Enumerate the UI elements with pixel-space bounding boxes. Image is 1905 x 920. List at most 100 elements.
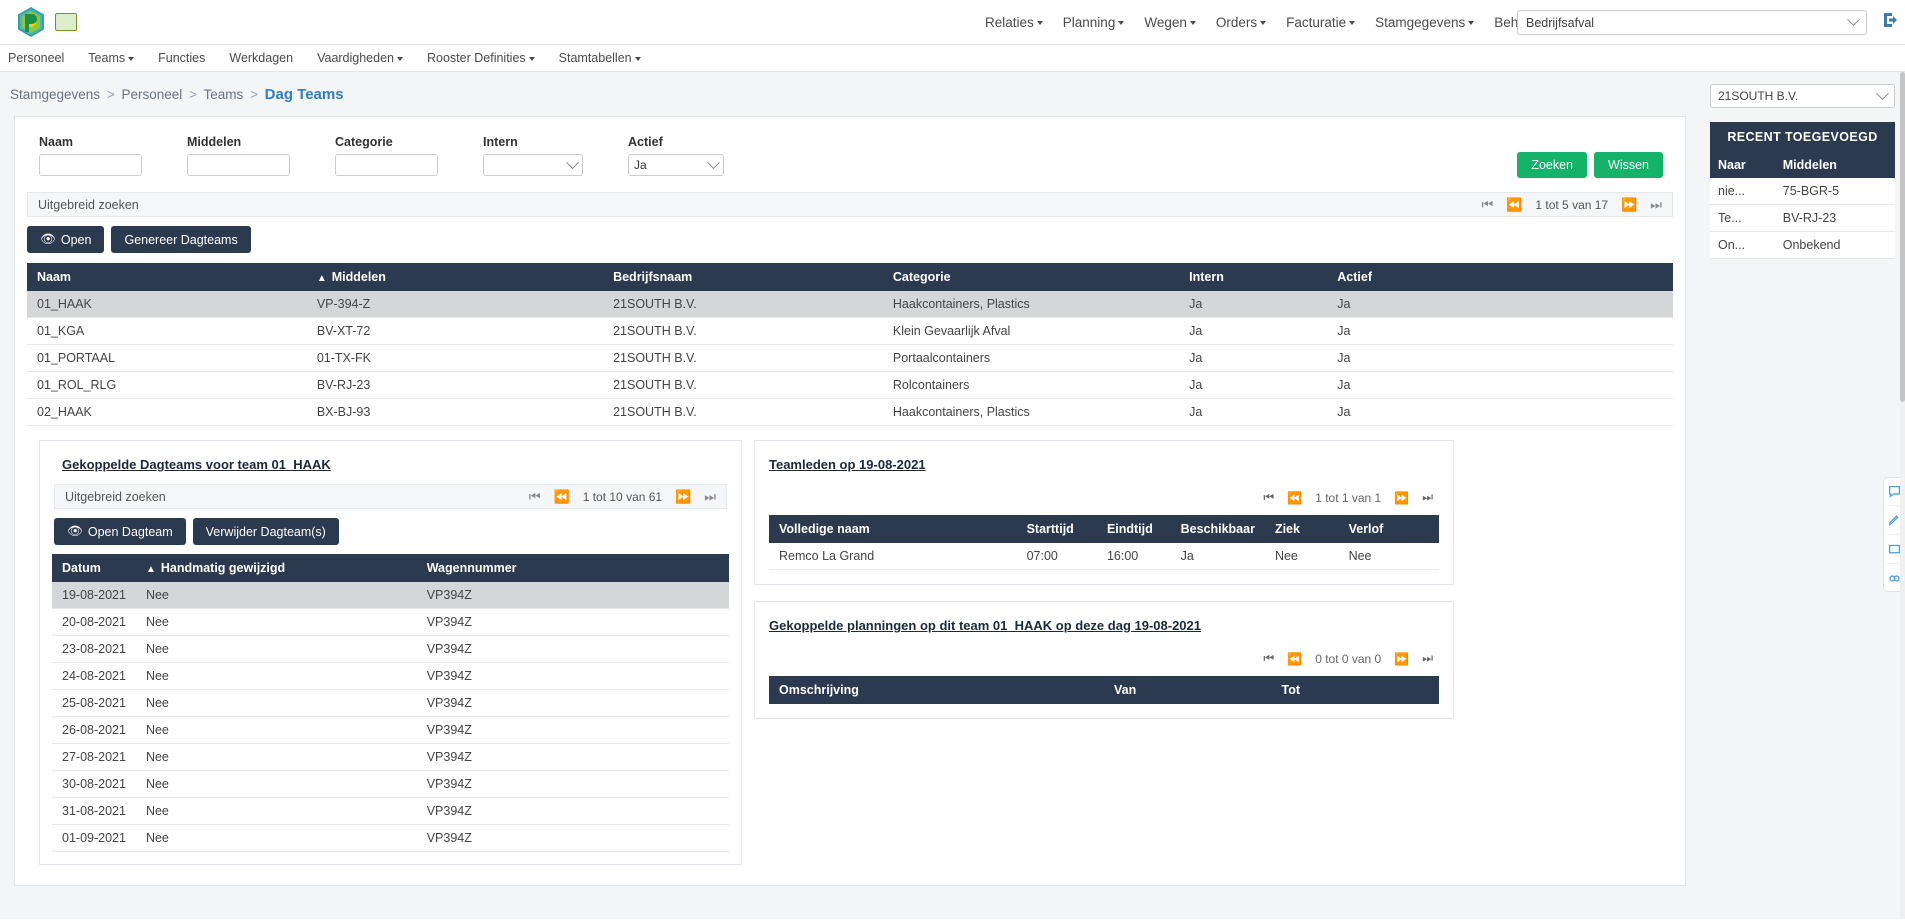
pager-prev-button[interactable]: ⏪: [1287, 652, 1302, 666]
pager-first-button[interactable]: ⏮: [529, 490, 541, 503]
nav-item-wegen[interactable]: Wegen: [1144, 15, 1196, 30]
column-header-middelen[interactable]: ▲ Middelen: [306, 263, 604, 291]
subnav-item-personeel[interactable]: Personeel: [8, 51, 64, 65]
table-row[interactable]: 30-08-2021 Nee VP394Z: [52, 770, 729, 798]
pager-next-button[interactable]: ⏩: [1394, 652, 1409, 666]
cell-middelen: BV-XT-72: [306, 317, 604, 345]
open-button[interactable]: 👁 Open: [27, 226, 105, 253]
column-header-omschrijving[interactable]: Omschrijving: [769, 676, 1104, 704]
subnav-item-functies[interactable]: Functies: [158, 51, 205, 65]
subnav-item-rooster-definities[interactable]: Rooster Definities: [427, 51, 535, 65]
column-header-actief[interactable]: Actief: [1327, 263, 1673, 291]
breadcrumb-item-teams[interactable]: Teams: [203, 87, 243, 102]
teamleden-header-row: Volledige naam Starttijd Eindtijd Beschi…: [769, 515, 1439, 543]
breadcrumb-item-stamgegevens[interactable]: Stamgegevens: [10, 87, 100, 102]
pager-next-button[interactable]: ⏩: [1621, 198, 1637, 211]
nav-item-orders[interactable]: Orders: [1216, 15, 1267, 30]
table-row[interactable]: 23-08-2021 Nee VP394Z: [52, 635, 729, 663]
column-header-handmatig-gewijzigd[interactable]: ▲ Handmatig gewijzigd: [135, 554, 417, 582]
column-header-eindtijd[interactable]: Eindtijd: [1096, 515, 1171, 543]
clear-button[interactable]: Wissen: [1594, 152, 1663, 178]
search-button[interactable]: Zoeken: [1517, 152, 1588, 178]
pager-last-button[interactable]: ⏭: [1650, 198, 1662, 211]
pager-last-button[interactable]: ⏭: [1422, 651, 1433, 666]
filter-select-intern[interactable]: [483, 154, 583, 176]
list-item[interactable]: On... Onbekend: [1710, 231, 1895, 259]
filter-input-categorie[interactable]: [335, 154, 438, 176]
column-header-naar[interactable]: Naar: [1710, 152, 1775, 178]
column-header-datum[interactable]: Datum: [52, 554, 136, 582]
column-header-beschikbaar[interactable]: Beschikbaar: [1170, 515, 1265, 543]
list-item[interactable]: nie... 75-BGR-5: [1710, 178, 1895, 205]
subnav-item-stamtabellen[interactable]: Stamtabellen: [559, 51, 641, 65]
table-row[interactable]: 01_PORTAAL 01-TX-FK 21SOUTH B.V. Portaalcon…: [27, 344, 1673, 372]
table-row[interactable]: 20-08-2021 Nee VP394Z: [52, 608, 729, 636]
table-row[interactable]: 26-08-2021 Nee VP394Z: [52, 716, 729, 744]
chevron-down-icon: [1189, 21, 1196, 26]
subnav-item-teams[interactable]: Teams: [88, 51, 135, 65]
column-header-naam[interactable]: Naam: [27, 263, 307, 291]
delete-dagteam-button[interactable]: Verwijder Dagteam(s): [192, 518, 339, 545]
open-dagteam-button[interactable]: 👁 Open Dagteam: [54, 518, 186, 545]
generate-dagteams-button[interactable]: Genereer Dagteams: [111, 226, 251, 253]
column-header-wagennummer[interactable]: Wagennummer: [416, 554, 729, 582]
table-row[interactable]: Remco La Grand 07:00 16:00 Ja Nee Nee: [769, 543, 1439, 570]
nav-item-relaties[interactable]: Relaties: [985, 15, 1043, 30]
column-header-volledige-naam[interactable]: Volledige naam: [769, 515, 1017, 543]
column-header-bedrijfsnaam[interactable]: Bedrijfsnaam: [603, 263, 883, 291]
sidebar-company-select[interactable]: 21SOUTH B.V.: [1710, 84, 1895, 108]
app-logo-icon[interactable]: [16, 6, 46, 38]
table-row[interactable]: 19-08-2021 Nee VP394Z: [52, 582, 729, 609]
table-row[interactable]: 01_HAAK VP-394-Z 21SOUTH B.V. Haakcontainer…: [27, 291, 1673, 318]
table-row[interactable]: 31-08-2021 Nee VP394Z: [52, 797, 729, 825]
dagteams-advanced-search-bar[interactable]: Uitgebreid zoeken ⏮ ⏪ 1 tot 10 van 61 ⏩ …: [54, 484, 727, 509]
pager-first-button[interactable]: ⏮: [1481, 198, 1493, 211]
column-header-verlof[interactable]: Verlof: [1338, 515, 1439, 543]
pager-next-button[interactable]: ⏩: [1394, 491, 1409, 505]
column-header-tot[interactable]: Tot: [1271, 676, 1439, 704]
chevron-down-icon: [1118, 21, 1125, 26]
nav-item-stamgegevens[interactable]: Stamgegevens: [1375, 15, 1475, 30]
planningen-table: Omschrijving Van Tot: [769, 676, 1439, 704]
column-header-starttijd[interactable]: Starttijd: [1016, 515, 1097, 543]
list-item[interactable]: Te... BV-RJ-23: [1710, 204, 1895, 232]
pager-prev-button[interactable]: ⏪: [554, 490, 570, 503]
pager-first-button[interactable]: ⏮: [1263, 651, 1274, 666]
subnav-item-werkdagen[interactable]: Werkdagen: [229, 51, 293, 65]
page-scrollbar-track[interactable]: [1900, 72, 1905, 919]
column-header-ziek[interactable]: Ziek: [1264, 515, 1339, 543]
nav-label: Relaties: [985, 15, 1034, 30]
pager-last-button[interactable]: ⏭: [1422, 490, 1433, 505]
advanced-search-bar[interactable]: Uitgebreid zoeken ⏮ ⏪ 1 tot 5 van 17 ⏩ ⏭: [27, 192, 1673, 217]
table-row[interactable]: 24-08-2021 Nee VP394Z: [52, 662, 729, 690]
table-row[interactable]: 27-08-2021 Nee VP394Z: [52, 743, 729, 771]
nav-item-facturatie[interactable]: Facturatie: [1286, 15, 1356, 30]
subnav-item-vaardigheden[interactable]: Vaardigheden: [317, 51, 403, 65]
column-label: Ziek: [1274, 522, 1300, 536]
filter-select-actief[interactable]: Ja: [628, 154, 724, 176]
nav-item-planning[interactable]: Planning: [1063, 15, 1125, 30]
column-header-van[interactable]: Van: [1104, 676, 1272, 704]
filter-input-naam[interactable]: [39, 154, 142, 176]
pager-prev-button[interactable]: ⏪: [1506, 198, 1522, 211]
page-scrollbar-thumb[interactable]: [1900, 72, 1905, 402]
column-header-intern[interactable]: Intern: [1179, 263, 1328, 291]
table-row[interactable]: 25-08-2021 Nee VP394Z: [52, 689, 729, 717]
table-row[interactable]: 01-09-2021 Nee VP394Z: [52, 824, 729, 852]
table-row[interactable]: 01_KGA BV-XT-72 21SOUTH B.V. Klein Gevaarli…: [27, 317, 1673, 345]
breadcrumb-item-personeel[interactable]: Personeel: [121, 87, 182, 102]
filter-input-middelen[interactable]: [187, 154, 290, 176]
secondary-navigation: Personeel Teams Functies Werkdagen Vaard…: [0, 45, 1905, 72]
column-header-middelen[interactable]: Middelen: [1774, 152, 1895, 178]
pager-last-button[interactable]: ⏭: [704, 490, 716, 503]
cell-actief: Ja: [1327, 317, 1673, 345]
pager-next-button[interactable]: ⏩: [675, 490, 691, 503]
logout-icon[interactable]: [1882, 11, 1900, 32]
company-type-select[interactable]: Bedrijfsafval: [1517, 10, 1867, 35]
pager-first-button[interactable]: ⏮: [1263, 490, 1274, 505]
pager-prev-button[interactable]: ⏪: [1287, 491, 1302, 505]
subnav-label: Personeel: [8, 51, 65, 65]
table-row[interactable]: 02_HAAK BX-BJ-93 21SOUTH B.V. Haakcontainer…: [27, 398, 1673, 426]
column-header-categorie[interactable]: Categorie: [882, 263, 1180, 291]
table-row[interactable]: 01_ROL_RLG BV-RJ-23 21SOUTH B.V. Rolcontain…: [27, 371, 1673, 399]
